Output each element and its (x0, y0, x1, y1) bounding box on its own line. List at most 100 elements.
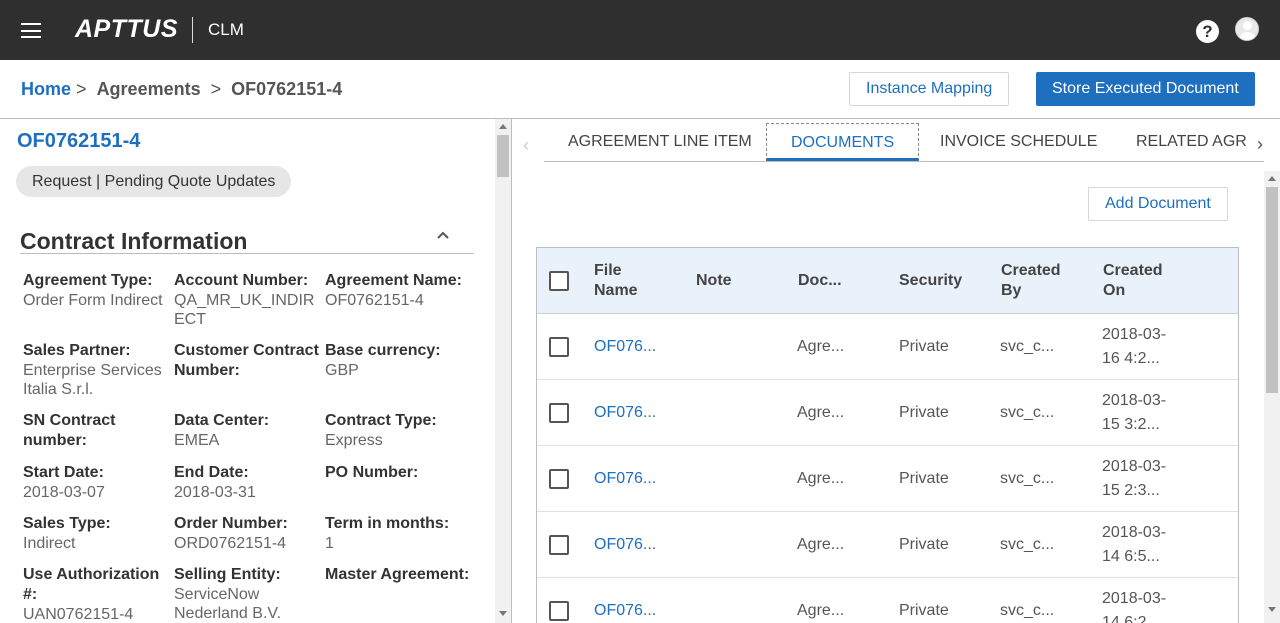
column-file-name[interactable]: File Name (594, 261, 664, 301)
field-sales-partner: Sales Partner: Enterprise Services Italia… (23, 342, 162, 398)
row-checkbox[interactable] (549, 403, 569, 423)
record-details-panel: OF0762151-4 Request | Pending Quote Upda… (0, 119, 512, 623)
field-row: SN Contract number: Data Center: EMEA Con… (23, 411, 483, 463)
field-base-currency: Base currency: GBP (325, 342, 441, 379)
top-bar: APTTUS CLM ? (0, 0, 1280, 60)
avatar[interactable] (1235, 17, 1259, 41)
row-checkbox[interactable] (549, 601, 569, 621)
store-executed-document-button[interactable]: Store Executed Document (1036, 72, 1255, 106)
field-row: Sales Type: Indirect Order Number: ORD0762… (23, 514, 483, 565)
tabs-next-chevron-icon[interactable]: › (1257, 134, 1263, 155)
cell-document-type: Agre... (797, 470, 845, 487)
cell-created-on: 2018-03-14 6:5... (1102, 524, 1167, 565)
field-end-date: End Date: 2018-03-31 (174, 464, 256, 501)
breadcrumb-separator: > (210, 79, 222, 99)
brand-divider (192, 17, 193, 43)
table-row: OF076... Agre... Private svc_c... 2018-0… (537, 380, 1238, 446)
scroll-up-icon[interactable] (499, 124, 507, 129)
breadcrumb-agreements[interactable]: Agreements (97, 79, 201, 99)
table-row: OF076... Agre... Private svc_c... 2018-0… (537, 578, 1238, 623)
breadcrumb-separator: > (76, 79, 87, 99)
scroll-thumb[interactable] (1266, 187, 1278, 393)
breadcrumb-home[interactable]: Home (21, 79, 71, 99)
brand-logo: APTTUS (75, 15, 178, 43)
status-badge: Request | Pending Quote Updates (16, 166, 292, 197)
field-data-center: Data Center: EMEA (174, 412, 270, 449)
help-icon[interactable]: ? (1196, 20, 1219, 43)
record-title: OF0762151-4 (17, 130, 141, 152)
select-all-checkbox[interactable] (549, 271, 569, 291)
field-row: Agreement Type: Order Form Indirect Accou… (23, 271, 483, 341)
cell-document-type: Agre... (797, 338, 845, 355)
contract-fields: Agreement Type: Order Form Indirect Accou… (23, 271, 483, 623)
product-name: CLM (208, 20, 244, 39)
field-selling-entity: Selling Entity: ServiceNow Nederland B.V. (174, 566, 282, 622)
file-name-link[interactable]: OF076... (594, 335, 656, 359)
file-name-link[interactable]: OF076... (594, 401, 656, 425)
collapse-chevron-icon[interactable] (436, 228, 450, 242)
file-name-link[interactable]: OF076... (594, 533, 656, 557)
cell-security: Private (899, 338, 949, 355)
section-title: Contract Information (20, 228, 248, 254)
left-scrollbar[interactable] (495, 119, 511, 623)
add-document-button[interactable]: Add Document (1088, 187, 1228, 221)
tab-agreement-line-item[interactable]: AGREEMENT LINE ITEM (568, 123, 752, 161)
cell-created-by: svc_c... (1000, 338, 1055, 355)
field-customer-contract-number: Customer Contract Number: (174, 342, 319, 379)
column-created-on[interactable]: Created On (1103, 261, 1183, 301)
field-term-in-months: Term in months: 1 (325, 515, 450, 552)
documents-scrollbar[interactable] (1264, 171, 1280, 623)
documents-table: File Name Note Doc... Security Created B… (536, 247, 1239, 623)
field-contract-type: Contract Type: Express (325, 412, 437, 449)
breadcrumb: Home > Agreements > OF0762151-4 (21, 79, 342, 100)
field-row: Start Date: 2018-03-07 End Date: 2018-03-3… (23, 463, 483, 514)
cell-created-by: svc_c... (1000, 536, 1055, 553)
scroll-down-icon[interactable] (1268, 607, 1276, 612)
column-note[interactable]: Note (696, 271, 732, 291)
column-document-type[interactable]: Doc... (798, 271, 842, 291)
field-sales-type: Sales Type: Indirect (23, 515, 111, 552)
instance-mapping-button[interactable]: Instance Mapping (849, 72, 1010, 106)
table-row: OF076... Agre... Private svc_c... 2018-0… (537, 446, 1238, 512)
cell-created-by: svc_c... (1000, 470, 1055, 487)
field-use-authorization: Use Authorization #: UAN0762151-4 (23, 566, 160, 623)
column-created-by[interactable]: Created By (1001, 261, 1081, 301)
file-name-link[interactable]: OF076... (594, 599, 656, 623)
cell-created-by: svc_c... (1000, 602, 1055, 619)
field-agreement-name: Agreement Name: OF0762151-4 (325, 272, 462, 309)
row-checkbox[interactable] (549, 535, 569, 555)
scroll-up-icon[interactable] (1268, 176, 1276, 181)
menu-icon[interactable] (21, 23, 41, 38)
breadcrumb-current: OF0762151-4 (231, 79, 343, 99)
file-name-link[interactable]: OF076... (594, 467, 656, 491)
field-row: Sales Partner: Enterprise Services Italia… (23, 341, 483, 411)
field-agreement-type: Agreement Type: Order Form Indirect (23, 272, 163, 309)
cell-security: Private (899, 536, 949, 553)
row-checkbox[interactable] (549, 337, 569, 357)
cell-security: Private (899, 470, 949, 487)
table-row: OF076... Agre... Private svc_c... 2018-0… (537, 314, 1238, 380)
field-sn-contract-number: SN Contract number: (23, 412, 116, 449)
column-security[interactable]: Security (899, 271, 962, 291)
related-panel: ‹ AGREEMENT LINE ITEM DOCUMENTS INVOICE … (513, 119, 1280, 623)
scroll-down-icon[interactable] (499, 611, 507, 616)
field-order-number: Order Number: ORD0762151-4 (174, 515, 288, 552)
cell-created-by: svc_c... (1000, 404, 1055, 421)
cell-created-on: 2018-03-15 3:2... (1102, 392, 1167, 433)
field-po-number: PO Number: (325, 464, 419, 481)
cell-created-on: 2018-03-14 6:2... (1102, 590, 1167, 623)
scroll-thumb[interactable] (497, 135, 509, 177)
section-divider (20, 253, 474, 254)
cell-created-on: 2018-03-15 2:3... (1102, 458, 1167, 499)
row-checkbox[interactable] (549, 469, 569, 489)
tab-documents[interactable]: DOCUMENTS (766, 123, 920, 161)
cell-security: Private (899, 602, 949, 619)
tabs-divider (544, 161, 1264, 162)
cell-document-type: Agre... (797, 602, 845, 619)
tab-related-agreements[interactable]: RELATED AGRE (1136, 123, 1248, 161)
cell-created-on: 2018-03-16 4:2... (1102, 326, 1167, 367)
field-account-number: Account Number: QA_MR_UK_INDIRECT (174, 272, 315, 328)
tabs-prev-chevron-icon[interactable]: ‹ (523, 135, 529, 156)
cell-document-type: Agre... (797, 404, 845, 421)
tab-invoice-schedule[interactable]: INVOICE SCHEDULE (940, 123, 1097, 161)
